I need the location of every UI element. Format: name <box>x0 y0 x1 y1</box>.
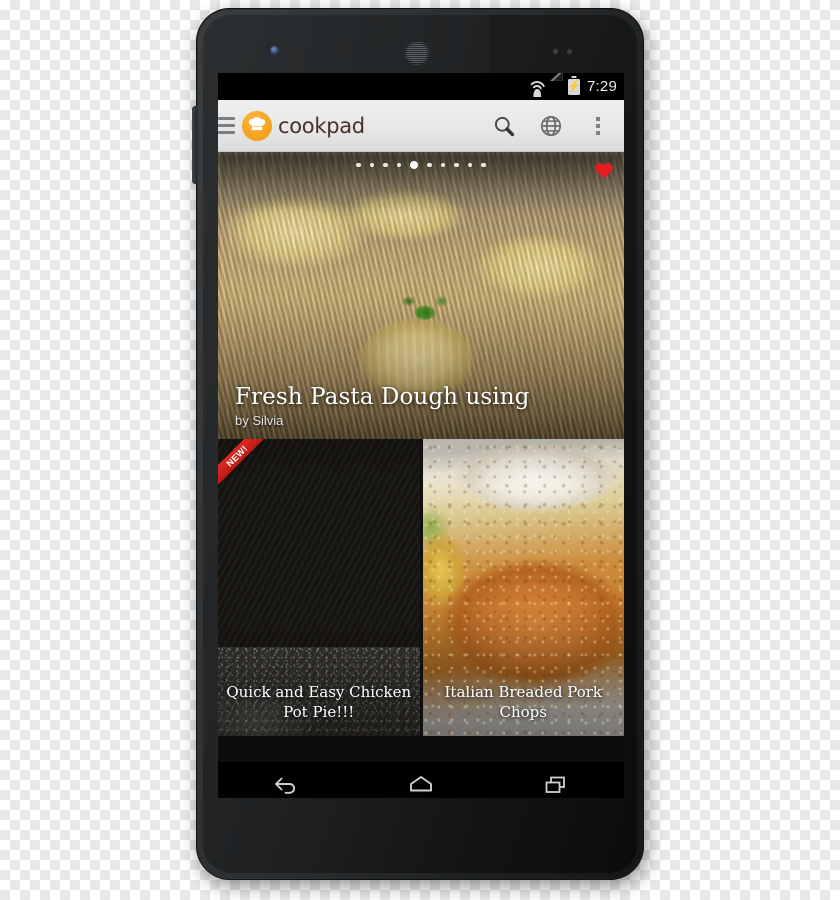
recipe-feed: Fresh Pasta Dough using by Silvia NEW! Q… <box>218 152 624 762</box>
page-dot[interactable] <box>356 162 361 168</box>
phone-device: ⚡ 7:29 cookpad Fresh Pasta Dough using b… <box>192 8 644 880</box>
search-icon[interactable] <box>480 100 527 152</box>
page-dot[interactable] <box>396 162 402 168</box>
carousel-page-indicator[interactable] <box>218 161 624 169</box>
page-dot[interactable] <box>369 162 375 168</box>
app-bar-actions <box>480 100 624 152</box>
app-bar: cookpad <box>218 100 624 152</box>
globe-icon[interactable] <box>527 100 574 152</box>
ambient-light-sensor-icon <box>567 49 572 54</box>
chef-hat-icon <box>242 110 272 141</box>
hero-caption: Fresh Pasta Dough using by Silvia <box>235 384 529 428</box>
phone-screen: ⚡ 7:29 cookpad Fresh Pasta Dough using b… <box>218 73 624 798</box>
android-navigation-bar <box>218 762 624 798</box>
brand-name: cookpad <box>278 113 365 138</box>
battery-charging-icon: ⚡ <box>567 78 581 95</box>
page-dot[interactable] <box>467 162 473 168</box>
page-dot[interactable] <box>427 162 432 168</box>
hamburger-menu-icon[interactable] <box>218 117 235 134</box>
status-bar: ⚡ 7:29 <box>218 73 624 100</box>
earpiece-speaker-icon <box>405 41 429 65</box>
front-camera-icon <box>270 46 279 55</box>
proximity-sensor-icon <box>553 49 558 54</box>
wifi-icon <box>527 80 547 97</box>
hero-recipe-card[interactable]: Fresh Pasta Dough using by Silvia <box>218 152 624 439</box>
status-bar-icons: ⚡ <box>527 73 581 97</box>
recipe-card-chicken-pot-pie[interactable]: NEW! Quick and Easy Chicken Pot Pie!!! <box>218 439 420 736</box>
volume-rocker-button[interactable] <box>192 106 197 184</box>
page-dot[interactable] <box>383 162 388 168</box>
hero-recipe-title: Fresh Pasta Dough using <box>235 384 530 410</box>
page-dot[interactable] <box>454 162 459 168</box>
recipe-title: Italian Breaded Pork Chops <box>444 683 603 722</box>
recipe-card-italian-breaded-pork-chops[interactable]: Italian Breaded Pork Chops <box>422 439 624 736</box>
page-dot[interactable] <box>481 162 486 168</box>
page-dot[interactable] <box>440 162 446 168</box>
home-icon[interactable] <box>390 762 452 798</box>
page-dot-active[interactable] <box>410 161 419 169</box>
signal-icon <box>550 73 563 93</box>
recipe-grid: NEW! Quick and Easy Chicken Pot Pie!!! I… <box>218 439 624 736</box>
back-arrow-icon[interactable] <box>255 762 317 798</box>
brand-logo[interactable]: cookpad <box>242 110 365 141</box>
status-bar-clock: 7:29 <box>587 78 617 95</box>
hero-recipe-author: by Silvia <box>235 413 284 428</box>
recent-apps-icon[interactable] <box>525 762 587 798</box>
recipe-title: Quick and Easy Chicken Pot Pie!!! <box>226 683 412 722</box>
heart-icon[interactable] <box>593 160 615 185</box>
overflow-menu-icon[interactable] <box>574 100 621 152</box>
